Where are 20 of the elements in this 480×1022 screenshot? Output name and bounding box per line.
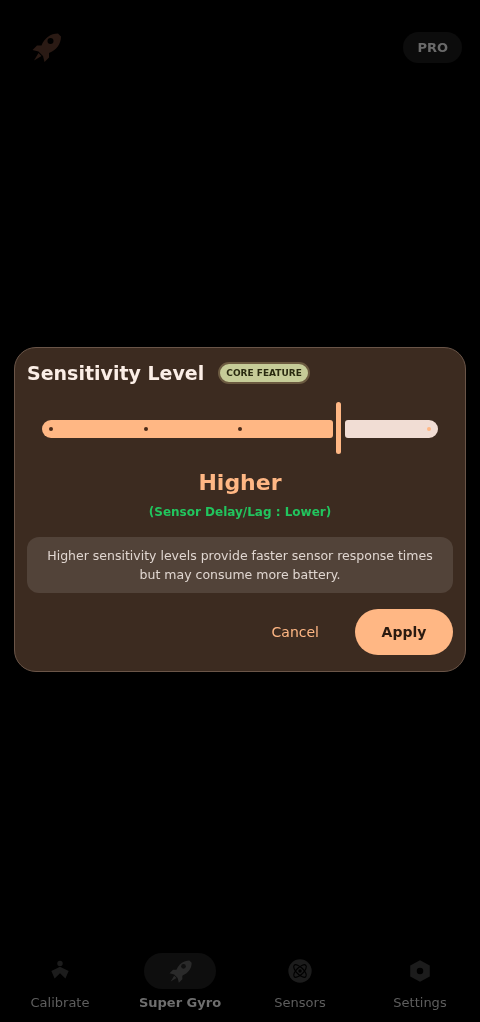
apply-button[interactable]: Apply [355,609,453,655]
atom-icon [286,957,314,985]
core-feature-badge: CORE FEATURE [218,362,310,384]
sensitivity-slider[interactable] [42,402,438,456]
delay-label: (Sensor Delay/Lag : Lower) [147,505,333,519]
slider-tick [427,427,431,431]
cancel-button[interactable]: Cancel [259,616,331,648]
level-value: Higher [197,470,283,495]
slider-tick [143,427,148,431]
info-note: Higher sensitivity levels provide faster sensor response times but may consume more battery. [27,537,453,593]
dialog-title: Sensitivity Level [27,362,205,384]
nav-tab[interactable]: Settings [365,953,475,1010]
settings-icon [407,958,433,984]
slider-thumb[interactable] [336,402,341,454]
slider-tick [49,427,53,431]
nav-tab[interactable]: Sensors [245,953,355,1010]
pro-button[interactable]: PRO [403,31,462,63]
slider-tick [238,427,242,431]
nav-tab[interactable]: Super Gyro [125,953,235,1010]
nav-tab[interactable]: Calibrate [5,953,115,1010]
